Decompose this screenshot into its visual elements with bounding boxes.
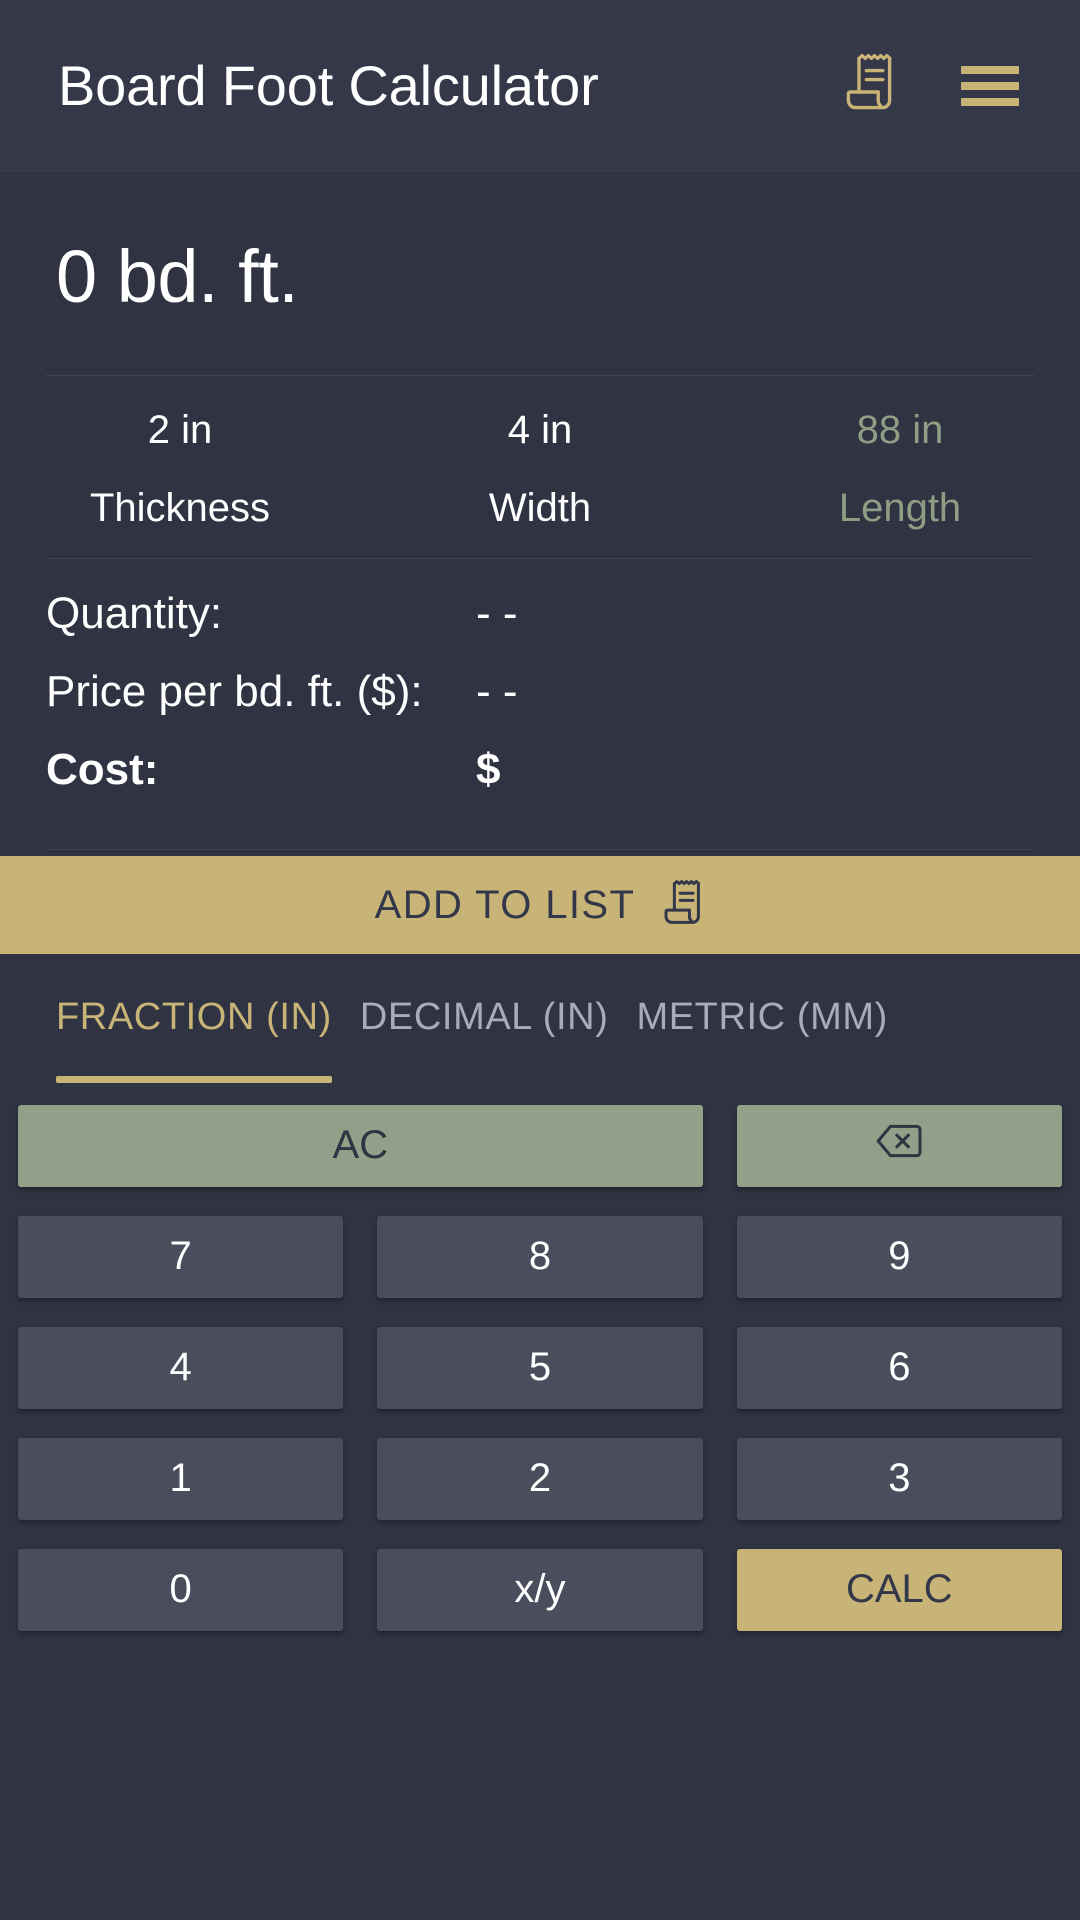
tab-label: METRIC (MM)	[636, 996, 888, 1038]
key-label: AC	[332, 1123, 389, 1168]
quantity-row[interactable]: Quantity: - -	[46, 589, 1034, 667]
tab-decimal-in[interactable]: DECIMAL (IN)	[346, 996, 623, 1083]
key-label: 0	[169, 1567, 192, 1612]
key-label: 7	[169, 1234, 192, 1279]
key-label: 4	[169, 1345, 192, 1390]
cost-label: Cost:	[46, 745, 159, 794]
unit-tabs: FRACTION (IN) DECIMAL (IN) METRIC (MM)	[0, 954, 1080, 1083]
tab-active-indicator	[360, 1076, 609, 1083]
key-4[interactable]: 4	[18, 1326, 344, 1409]
dimension-label: Thickness	[89, 486, 271, 530]
key-9[interactable]: 9	[736, 1215, 1062, 1298]
quantity-label: Quantity:	[46, 589, 223, 638]
details-divider	[46, 849, 1034, 850]
key-label: 2	[528, 1456, 552, 1501]
key-6[interactable]: 6	[736, 1326, 1062, 1409]
tab-metric-mm[interactable]: METRIC (MM)	[622, 996, 901, 1083]
dimension-length[interactable]: 88 in Length	[720, 410, 1080, 528]
result-area: 0 bd. ft.	[0, 172, 1080, 376]
cost-value: $	[476, 745, 501, 794]
receipt-list-button[interactable]	[838, 54, 902, 118]
tab-label: FRACTION (IN)	[56, 996, 332, 1038]
key-1[interactable]: 1	[18, 1437, 344, 1520]
dimension-value: 4 in	[507, 408, 573, 452]
dimension-thickness[interactable]: 2 in Thickness	[0, 410, 360, 528]
key-label: CALC	[845, 1567, 953, 1612]
price-row[interactable]: Price per bd. ft. ($): - -	[46, 667, 1034, 745]
key-label: 6	[888, 1345, 911, 1390]
add-to-list-label: ADD TO LIST	[374, 882, 636, 927]
key-7[interactable]: 7	[18, 1215, 344, 1298]
key-fraction[interactable]: x/y	[377, 1548, 703, 1631]
details-section: Quantity: - - Price per bd. ft. ($): - -…	[0, 559, 1080, 850]
menu-button[interactable]	[958, 54, 1022, 118]
dimension-row: 2 in Thickness 4 in Width 88 in Length	[0, 376, 1080, 558]
key-all-clear[interactable]: AC	[18, 1104, 703, 1187]
tab-active-indicator	[636, 1076, 887, 1083]
key-backspace[interactable]	[736, 1104, 1062, 1187]
price-label: Price per bd. ft. ($):	[46, 667, 423, 716]
hamburger-bar	[961, 65, 1019, 74]
tab-active-indicator	[56, 1075, 332, 1083]
key-calc[interactable]: CALC	[736, 1548, 1062, 1631]
cost-row: Cost: $	[46, 745, 1034, 823]
receipt-icon	[842, 52, 898, 119]
hamburger-bar	[961, 81, 1019, 90]
key-label: 8	[528, 1234, 552, 1279]
page-title: Board Foot Calculator	[58, 53, 599, 117]
key-0[interactable]: 0	[18, 1548, 344, 1631]
backspace-icon	[876, 1123, 922, 1168]
hamburger-menu-icon	[961, 65, 1019, 106]
tab-fraction-in[interactable]: FRACTION (IN)	[42, 996, 346, 1083]
key-3[interactable]: 3	[736, 1437, 1062, 1520]
receipt-icon	[661, 878, 705, 933]
board-foot-calculator-screen: Board Foot Calculator 0 bd. ft. 2 in Thi…	[0, 0, 1080, 1920]
price-value: - -	[476, 667, 518, 716]
dimension-value: 88 in	[856, 408, 944, 452]
add-to-list-button[interactable]: ADD TO LIST	[0, 856, 1080, 954]
key-label: x/y	[514, 1567, 566, 1612]
keypad: AC 7 8 9 4 5 6 1 2 3 0 x/y CALC	[0, 1083, 1080, 1920]
quantity-value: - -	[476, 589, 518, 638]
dimension-label: Width	[488, 486, 592, 530]
hamburger-bar	[961, 97, 1019, 106]
key-label: 3	[888, 1456, 911, 1501]
board-feet-result: 0 bd. ft.	[56, 235, 299, 318]
dimension-width[interactable]: 4 in Width	[360, 410, 720, 528]
tab-label: DECIMAL (IN)	[359, 996, 609, 1038]
app-bar-actions	[838, 54, 1032, 118]
app-bar: Board Foot Calculator	[0, 0, 1080, 172]
key-label: 5	[528, 1345, 552, 1390]
key-8[interactable]: 8	[377, 1215, 703, 1298]
key-5[interactable]: 5	[377, 1326, 703, 1409]
key-2[interactable]: 2	[377, 1437, 703, 1520]
key-label: 1	[169, 1456, 192, 1501]
dimension-value: 2 in	[147, 408, 213, 452]
dimension-label: Length	[838, 486, 962, 530]
key-label: 9	[888, 1234, 911, 1279]
